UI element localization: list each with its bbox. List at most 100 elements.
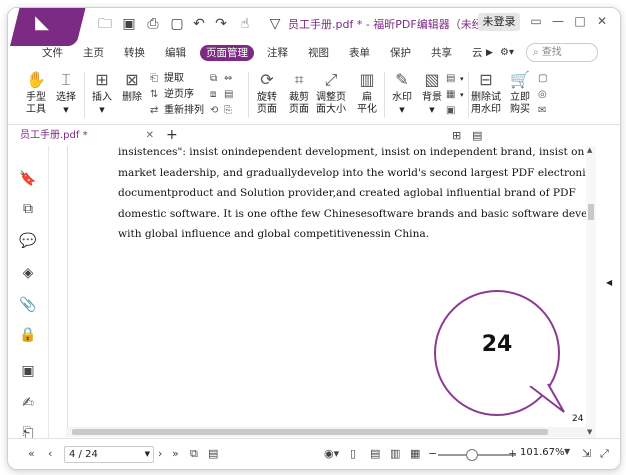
fit-width-icon[interactable]: ⇲ <box>582 447 591 460</box>
pdf-page: insistences": insist onindependent devel… <box>67 146 620 436</box>
page-number-field[interactable]: 4 / 24 ▼ <box>64 446 154 463</box>
prev-page-icon[interactable]: ‹ <box>48 447 52 460</box>
page-number-icon[interactable]: ▣ <box>446 104 460 118</box>
extract-button[interactable]: ⎗ 提取 <box>150 72 184 86</box>
vertical-scrollbar[interactable]: ▲ ▼ <box>586 146 596 438</box>
menu-scroll-right-icon[interactable]: ▶ <box>486 45 493 61</box>
search-input[interactable]: 查找 <box>542 47 562 58</box>
menu-edit[interactable]: 编辑 <box>165 45 186 61</box>
background-icon: ▧ <box>424 70 440 89</box>
bates-icon[interactable]: ▦ ▾ <box>446 88 464 102</box>
first-page-icon[interactable]: « <box>28 447 35 460</box>
insert-button[interactable]: ⊞ 插入 ▼ <box>88 70 116 116</box>
crop-page-button[interactable]: ⌗ 裁剪 页面 <box>284 70 314 116</box>
attachment-icon[interactable]: 📎 <box>19 296 37 314</box>
maximize-icon[interactable]: □ <box>572 14 588 28</box>
hand-dropdown-icon[interactable]: ☝ <box>236 15 254 33</box>
rotate-page-button[interactable]: ⟳ 旋转 页面 <box>252 70 282 116</box>
open-folder-icon[interactable]: 🗀 <box>96 15 114 33</box>
bookmark-icon[interactable]: 🔖 <box>19 170 37 188</box>
menu-comment[interactable]: 注释 <box>267 45 288 61</box>
menu-cloud[interactable]: 云 <box>472 45 483 61</box>
document-view[interactable]: insistences": insist onindependent devel… <box>49 146 620 438</box>
resize-page-label: 调整页 面大小 <box>316 92 346 115</box>
right-panel-expand-icon[interactable]: ◀ <box>606 278 612 287</box>
mini-tool-3-icon[interactable]: ✉ <box>538 104 552 118</box>
mini-tool-2-icon[interactable]: ◎ <box>538 88 552 102</box>
layers-icon[interactable]: ◈ <box>19 264 37 282</box>
zoom-in-icon[interactable]: + <box>508 447 517 460</box>
view-mode-icon[interactable]: ◉▾ <box>324 447 339 460</box>
redo-icon[interactable]: ↷ <box>212 15 230 33</box>
menu-convert[interactable]: 转换 <box>124 45 145 61</box>
rotate-page-label: 旋转 页面 <box>257 92 277 115</box>
page-dropdown-icon[interactable]: ▼ <box>145 447 150 462</box>
ribbon-collapse-icon[interactable]: ▭ <box>528 14 544 28</box>
replace-icon[interactable]: ⧈ ▤ <box>210 88 238 102</box>
menu-home[interactable]: 主页 <box>83 45 104 61</box>
flatten-button[interactable]: ▥ 扁 平化 <box>354 70 380 116</box>
background-button[interactable]: ▧ 背景 ▼ <box>418 70 446 116</box>
split-icon[interactable]: ⧉ ⇔ <box>210 72 238 86</box>
new-document-icon[interactable]: ▢ <box>168 15 186 33</box>
form-view-icon[interactable]: ▤ <box>472 129 482 142</box>
close-icon[interactable]: ✕ <box>594 14 610 28</box>
login-button[interactable]: 未登录 <box>478 13 520 31</box>
page-thumbnails-icon[interactable]: ⧉ <box>19 200 37 218</box>
search-box[interactable]: ⌕ 查找 <box>526 43 598 62</box>
horizontal-scroll-thumb[interactable] <box>72 429 548 435</box>
zoom-dropdown-icon[interactable]: ▼ <box>564 447 570 456</box>
menu-share[interactable]: 共享 <box>431 45 452 61</box>
hand-tool-button[interactable]: ✋ 手型 工具 <box>22 70 50 116</box>
single-page-icon[interactable]: ▯ <box>350 447 356 460</box>
scroll-up-icon[interactable]: ▲ <box>587 146 592 154</box>
next-page-icon[interactable]: › <box>158 447 162 460</box>
settings-icon[interactable]: ⚙▾ <box>500 45 514 61</box>
select-tool-button[interactable]: ⌶ 选择 ▼ <box>52 70 80 116</box>
extract-label: 提取 <box>164 73 184 84</box>
logo-icon: ◣ <box>35 12 49 33</box>
comments-icon[interactable]: 💬 <box>19 232 37 250</box>
buy-now-button[interactable]: 🛒 立即 购买 <box>506 70 534 116</box>
menu-protect[interactable]: 保护 <box>390 45 411 61</box>
facing-page-icon[interactable]: ▥ <box>390 447 400 460</box>
undo-icon[interactable]: ↶ <box>190 15 208 33</box>
copy-page-icon[interactable]: ⧉ <box>190 447 198 461</box>
security-lock-icon[interactable]: 🔒 <box>19 326 37 344</box>
menu-form[interactable]: 表单 <box>349 45 370 61</box>
save-icon[interactable]: ▣ <box>120 15 138 33</box>
delete-button[interactable]: ⊠ 删除 <box>118 70 146 104</box>
reorder-button[interactable]: ⇄ 重新排列 <box>150 104 204 118</box>
horizontal-scrollbar[interactable] <box>66 427 586 437</box>
header-footer-icon[interactable]: ▤ ▾ <box>446 72 464 86</box>
menu-page-management[interactable]: 页面管理 <box>200 45 254 61</box>
continuous-facing-icon[interactable]: ▦ <box>410 447 420 460</box>
signature-icon[interactable]: ✍ <box>19 394 37 412</box>
customize-dropdown-icon[interactable]: ▽ <box>266 15 284 33</box>
mini-tool-1-icon[interactable]: ▢ <box>538 72 552 86</box>
zoom-out-icon[interactable]: − <box>428 447 437 460</box>
duplicate-icon[interactable]: ⟲ ⎘ <box>210 104 238 118</box>
new-tab-icon[interactable]: + <box>166 127 178 143</box>
print-icon[interactable]: ⎙ <box>144 15 162 33</box>
last-page-icon[interactable]: » <box>172 447 179 460</box>
minimize-icon[interactable]: — <box>550 14 566 28</box>
reverse-order-button[interactable]: ⇅ 逆页序 <box>150 88 194 102</box>
menu-file[interactable]: 文件 <box>42 45 63 61</box>
right-rail: ◀ <box>596 146 620 438</box>
content-icon[interactable]: ▣ <box>19 362 37 380</box>
fullscreen-icon[interactable]: ⤢ <box>600 447 609 461</box>
grid-view-icon[interactable]: ⊞ <box>452 129 461 142</box>
zoom-level[interactable]: 101.67% <box>520 447 565 458</box>
zoom-slider-handle[interactable] <box>466 449 478 461</box>
vertical-scroll-thumb[interactable] <box>588 204 594 220</box>
toolbar-divider <box>84 72 85 118</box>
remove-trial-watermark-button[interactable]: ⊟ 删除试 用水印 <box>470 70 502 116</box>
menu-view[interactable]: 视图 <box>308 45 329 61</box>
resize-page-button[interactable]: ⤢ 调整页 面大小 <box>314 70 348 116</box>
page-layout-icon[interactable]: ▤ <box>208 447 218 460</box>
watermark-button[interactable]: ✎ 水印 ▼ <box>388 70 416 116</box>
crop-page-icon: ⌗ <box>294 70 304 89</box>
continuous-page-icon[interactable]: ▤ <box>370 447 380 460</box>
scroll-down-icon[interactable]: ▼ <box>587 428 592 436</box>
